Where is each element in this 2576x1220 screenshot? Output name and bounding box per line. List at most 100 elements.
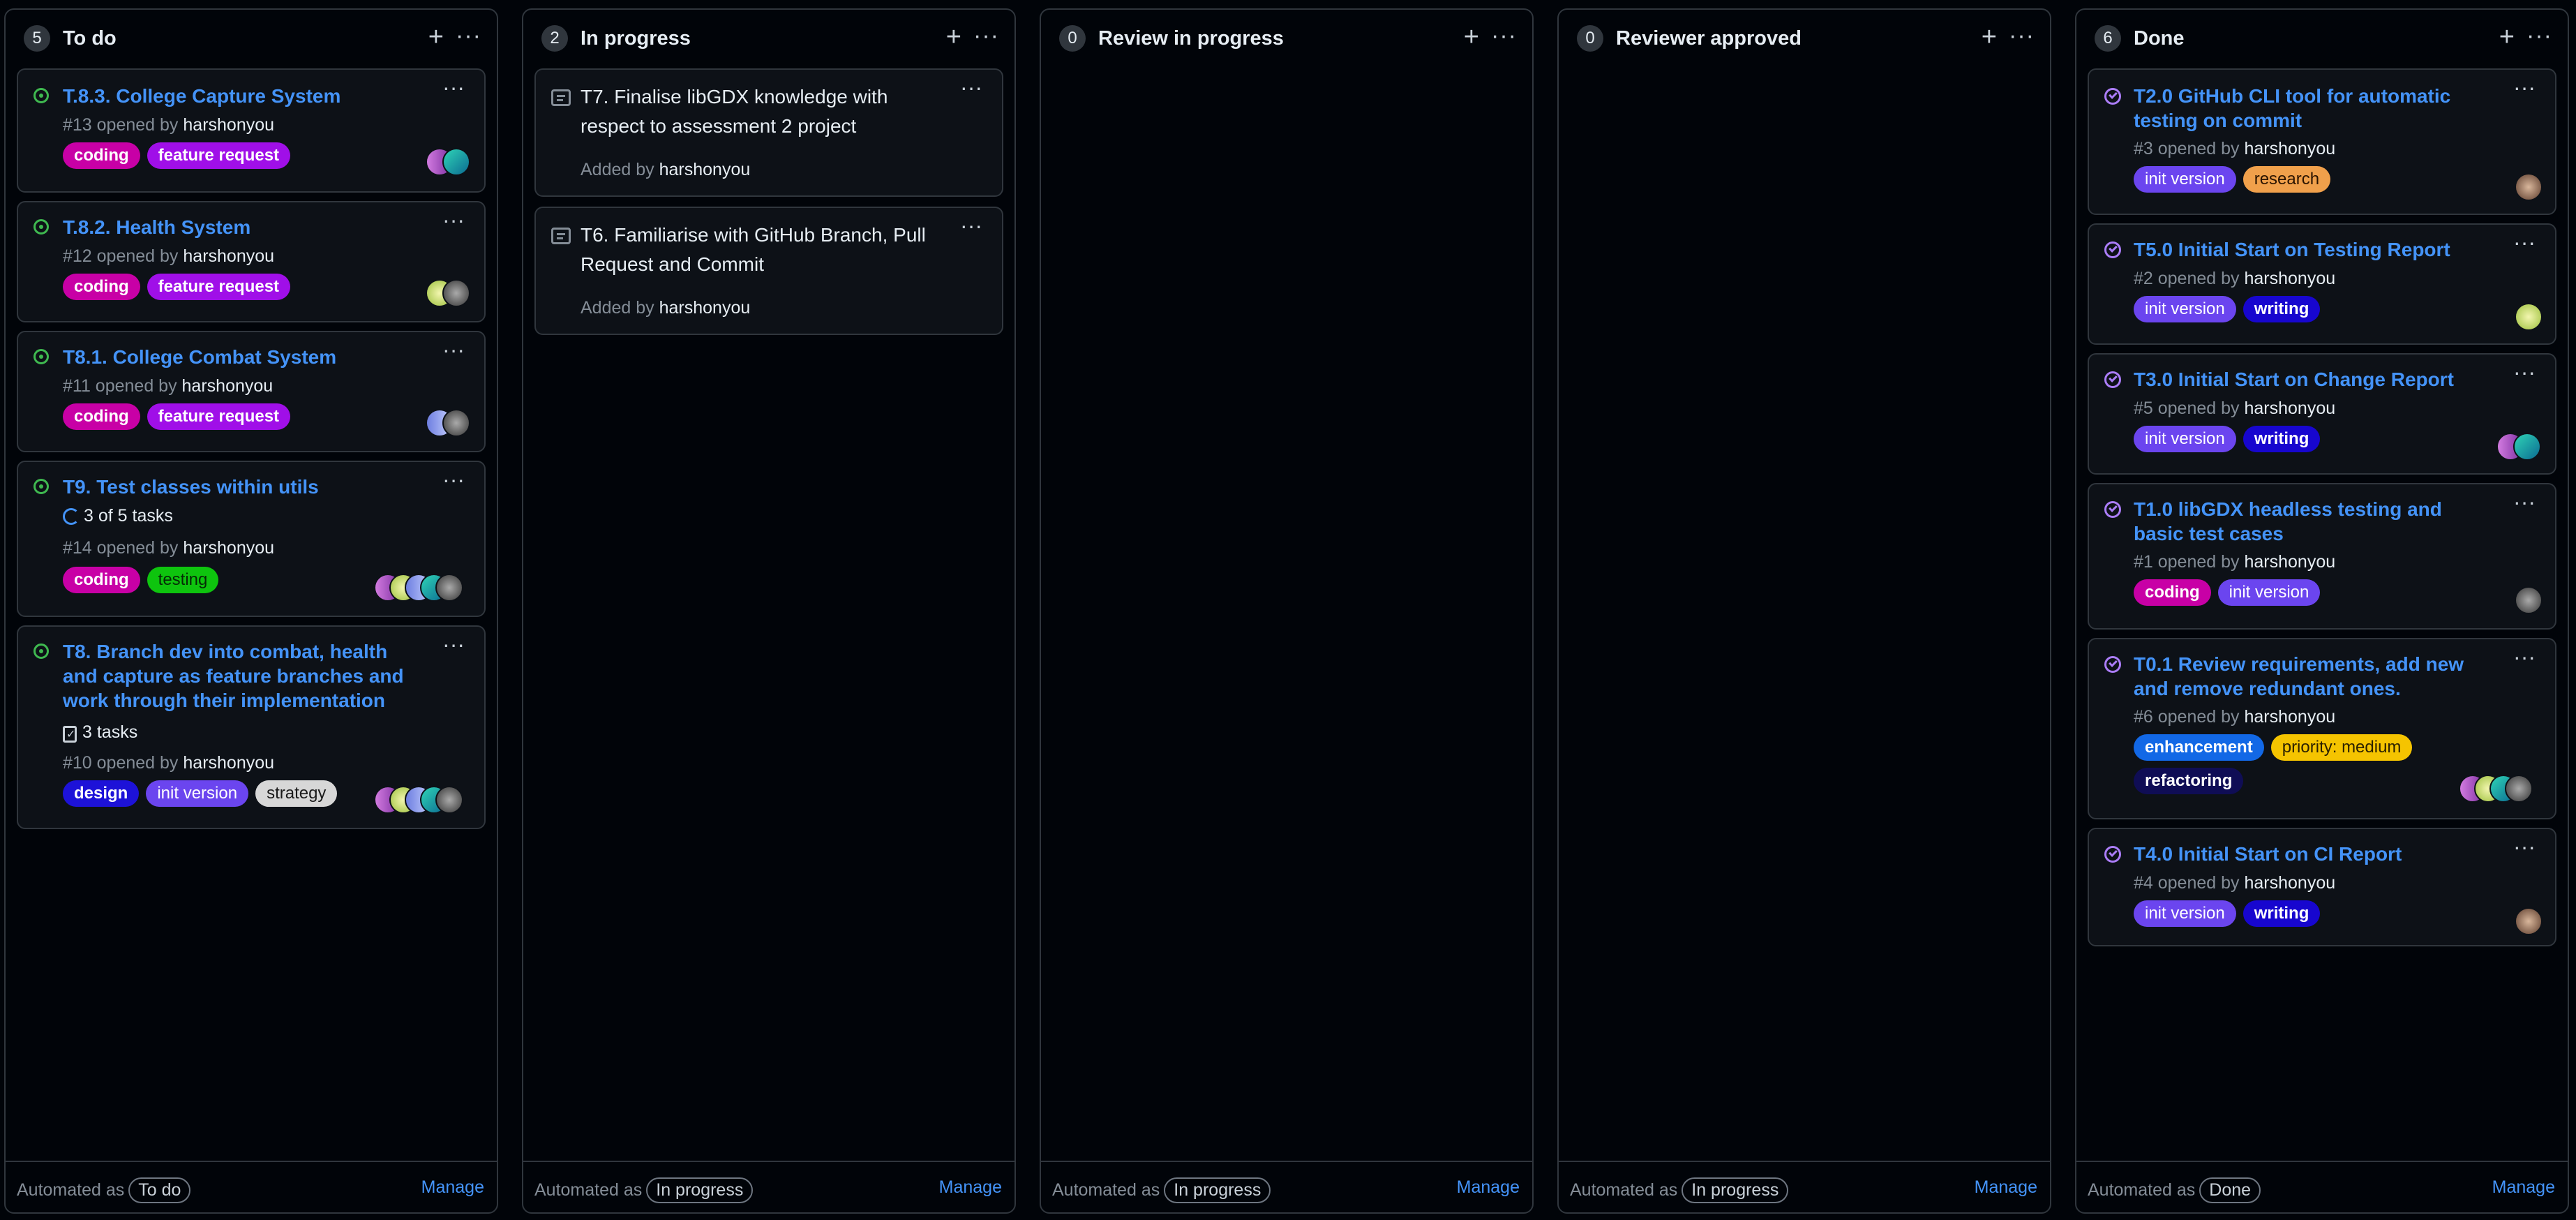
label[interactable]: init version <box>2134 296 2236 322</box>
label[interactable]: init version <box>2134 166 2236 193</box>
issue-card[interactable]: T1.0 libGDX headless testing and basic t… <box>2088 483 2556 630</box>
label[interactable]: strategy <box>255 780 338 807</box>
label[interactable]: design <box>63 780 140 807</box>
draft-note-card[interactable]: T7. Finalise libGDX knowledge with respe… <box>534 68 1003 197</box>
author-link[interactable]: harshonyou <box>183 115 274 135</box>
avatar[interactable] <box>2515 173 2543 201</box>
card-menu-button[interactable]: ··· <box>960 214 982 237</box>
task-count[interactable]: 3 tasks <box>63 722 137 745</box>
card-menu-button[interactable]: ··· <box>2513 231 2536 253</box>
author-link[interactable]: harshonyou <box>2244 269 2335 288</box>
label[interactable]: coding <box>63 142 140 169</box>
label[interactable]: feature request <box>147 274 291 300</box>
card-title[interactable]: T2.0 GitHub CLI tool for automatic testi… <box>2134 84 2496 133</box>
label[interactable]: feature request <box>147 403 291 430</box>
author-link[interactable]: harshonyou <box>183 538 274 558</box>
author-link[interactable]: harshonyou <box>2244 707 2335 727</box>
card-title[interactable]: T0.1 Review requirements, add new and re… <box>2134 652 2496 701</box>
author-link[interactable]: harshonyou <box>2244 552 2335 572</box>
draft-note-card[interactable]: T6. Familiarise with GitHub Branch, Pull… <box>534 207 1003 335</box>
avatar[interactable] <box>435 786 463 814</box>
card-title[interactable]: T1.0 libGDX headless testing and basic t… <box>2134 497 2496 546</box>
label[interactable]: priority: medium <box>2270 734 2413 761</box>
issue-card[interactable]: T0.1 Review requirements, add new and re… <box>2088 638 2556 819</box>
column-menu-button[interactable]: ··· <box>456 24 481 47</box>
card-menu-button[interactable]: ··· <box>442 633 465 655</box>
issue-card[interactable]: T3.0 Initial Start on Change Report ··· … <box>2088 353 2556 475</box>
card-title[interactable]: T8. Branch dev into combat, health and c… <box>63 639 426 713</box>
manage-automation-link[interactable]: Manage <box>421 1177 484 1198</box>
label[interactable]: writing <box>2242 296 2321 322</box>
column-menu-button[interactable]: ··· <box>2526 24 2552 47</box>
manage-automation-link[interactable]: Manage <box>939 1177 1002 1198</box>
label[interactable]: coding <box>63 567 140 593</box>
task-progress[interactable]: 3 of 5 tasks <box>63 505 173 526</box>
label[interactable]: init version <box>146 780 249 807</box>
add-card-button[interactable]: + <box>428 24 444 50</box>
card-title[interactable]: T5.0 Initial Start on Testing Report <box>2134 237 2496 262</box>
add-card-button[interactable]: + <box>1982 24 1997 50</box>
label[interactable]: coding <box>2134 579 2211 606</box>
issue-card[interactable]: T8. Branch dev into combat, health and c… <box>17 625 486 829</box>
card-menu-button[interactable]: ··· <box>442 76 465 98</box>
label[interactable]: init version <box>2134 426 2236 452</box>
label[interactable]: coding <box>63 274 140 300</box>
card-menu-button[interactable]: ··· <box>2513 835 2536 858</box>
label[interactable]: writing <box>2242 426 2321 452</box>
issue-card[interactable]: T.8.3. College Capture System ··· #13 op… <box>17 68 486 193</box>
card-menu-button[interactable]: ··· <box>2513 76 2536 98</box>
card-menu-button[interactable]: ··· <box>2513 491 2536 513</box>
author-link[interactable]: harshonyou <box>659 160 751 179</box>
avatar[interactable] <box>442 148 470 176</box>
issue-card[interactable]: T9. Test classes within utils ··· 3 of 5… <box>17 461 486 617</box>
card-title[interactable]: T9. Test classes within utils <box>63 475 426 499</box>
label[interactable]: testing <box>147 567 219 593</box>
avatar[interactable] <box>2513 433 2541 461</box>
card-title[interactable]: T8.1. College Combat System <box>63 345 426 369</box>
label[interactable]: feature request <box>147 142 291 169</box>
author-link[interactable]: harshonyou <box>2244 399 2335 418</box>
manage-automation-link[interactable]: Manage <box>1975 1177 2037 1198</box>
card-menu-button[interactable]: ··· <box>2513 646 2536 668</box>
card-menu-button[interactable]: ··· <box>2513 361 2536 383</box>
column-menu-button[interactable]: ··· <box>2009 24 2035 47</box>
author-link[interactable]: harshonyou <box>2244 873 2335 893</box>
author-link[interactable]: harshonyou <box>183 753 274 773</box>
label[interactable]: init version <box>2134 900 2236 927</box>
issue-card[interactable]: T4.0 Initial Start on CI Report ··· #4 o… <box>2088 828 2556 946</box>
label[interactable]: refactoring <box>2134 768 2244 794</box>
avatar[interactable] <box>2515 907 2543 935</box>
label[interactable]: init version <box>2217 579 2321 606</box>
avatar[interactable] <box>2505 775 2533 803</box>
avatar[interactable] <box>442 279 470 307</box>
card-title[interactable]: T.8.2. Health System <box>63 215 426 239</box>
issue-card[interactable]: T2.0 GitHub CLI tool for automatic testi… <box>2088 68 2556 215</box>
avatar[interactable] <box>2515 586 2543 614</box>
issue-card[interactable]: T5.0 Initial Start on Testing Report ···… <box>2088 223 2556 345</box>
label[interactable]: research <box>2242 166 2331 193</box>
column-menu-button[interactable]: ··· <box>1491 24 1517 47</box>
label[interactable]: enhancement <box>2134 734 2264 761</box>
column-menu-button[interactable]: ··· <box>973 24 999 47</box>
add-card-button[interactable]: + <box>946 24 961 50</box>
card-menu-button[interactable]: ··· <box>442 209 465 231</box>
author-link[interactable]: harshonyou <box>183 246 274 266</box>
avatar[interactable] <box>2515 303 2543 331</box>
author-link[interactable]: harshonyou <box>659 298 751 318</box>
issue-card[interactable]: T.8.2. Health System ··· #12 opened by h… <box>17 201 486 322</box>
add-card-button[interactable]: + <box>1464 24 1479 50</box>
author-link[interactable]: harshonyou <box>2244 139 2335 158</box>
avatar[interactable] <box>442 409 470 437</box>
card-title[interactable]: T4.0 Initial Start on CI Report <box>2134 842 2496 866</box>
card-menu-button[interactable]: ··· <box>442 339 465 361</box>
card-title[interactable]: T.8.3. College Capture System <box>63 84 426 108</box>
manage-automation-link[interactable]: Manage <box>1457 1177 1520 1198</box>
avatar[interactable] <box>435 574 463 602</box>
add-card-button[interactable]: + <box>2499 24 2515 50</box>
label[interactable]: coding <box>63 403 140 430</box>
author-link[interactable]: harshonyou <box>182 376 274 396</box>
manage-automation-link[interactable]: Manage <box>2492 1177 2555 1198</box>
issue-card[interactable]: T8.1. College Combat System ··· #11 open… <box>17 331 486 452</box>
card-menu-button[interactable]: ··· <box>960 76 982 98</box>
card-title[interactable]: T3.0 Initial Start on Change Report <box>2134 367 2496 392</box>
